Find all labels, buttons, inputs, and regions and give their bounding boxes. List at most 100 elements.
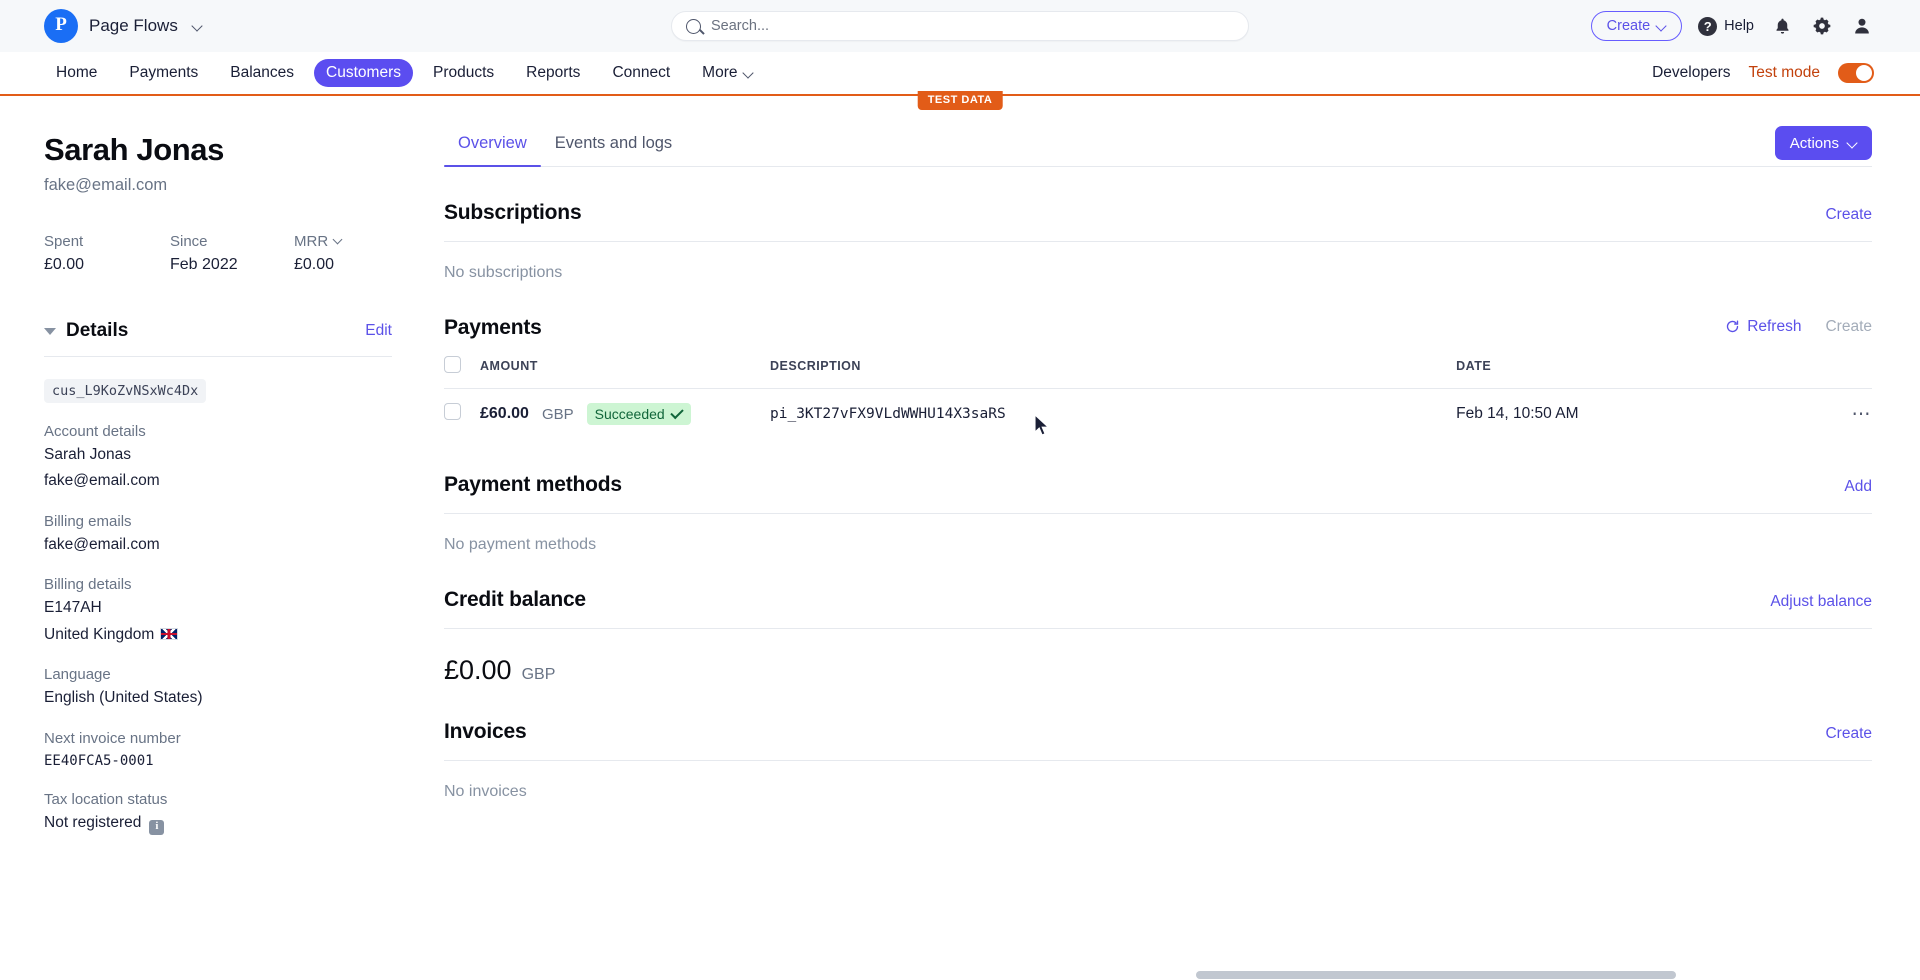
- nav-item-payments[interactable]: Payments: [117, 59, 210, 87]
- nav-item-balances[interactable]: Balances: [218, 59, 306, 87]
- divider: [444, 241, 1872, 242]
- nav-item-label: Payments: [129, 64, 199, 81]
- payment-description: pi_3KT27vFX9VLdWWHU14X3saRS: [770, 406, 1006, 422]
- field-value-tax: Not registered i: [44, 812, 392, 835]
- row-select-cell: [444, 389, 480, 440]
- section-title: Payment methods: [444, 473, 622, 496]
- help-button[interactable]: ? Help: [1698, 16, 1754, 36]
- adjust-balance-link[interactable]: Adjust balance: [1770, 593, 1872, 611]
- horizontal-scrollbar[interactable]: [436, 971, 1920, 980]
- section-title: Credit balance: [444, 588, 586, 611]
- account-switcher[interactable]: P Page Flows: [44, 9, 202, 43]
- status-badge: Succeeded: [586, 403, 691, 425]
- customer-stats: Spent £0.00 Since Feb 2022 MRR £0.00: [44, 233, 392, 274]
- main-content: Overview Events and logs Actions Subscri…: [436, 96, 1920, 980]
- nav-item-customers[interactable]: Customers: [314, 59, 413, 87]
- developers-link[interactable]: Developers: [1652, 64, 1730, 82]
- create-invoice-link[interactable]: Create: [1825, 725, 1872, 743]
- tab-events-and-logs[interactable]: Events and logs: [541, 126, 686, 167]
- nav-item-products[interactable]: Products: [421, 59, 506, 87]
- customer-id-chip[interactable]: cus_L9KoZvNSxWc4Dx: [44, 379, 207, 403]
- tab-label: Overview: [458, 134, 527, 152]
- column-header-amount: AMOUNT: [480, 346, 770, 389]
- nav-item-label: Home: [56, 64, 98, 81]
- create-subscription-link[interactable]: Create: [1825, 206, 1872, 224]
- uk-flag-icon: [160, 627, 179, 640]
- field-tax-location-status: Tax location status Not registered i: [44, 791, 392, 835]
- field-label: Tax location status: [44, 791, 168, 809]
- customer-sidebar: Sarah Jonas fake@email.com Spent £0.00 S…: [0, 96, 436, 980]
- create-payment-link[interactable]: Create: [1825, 318, 1872, 336]
- cell-description: pi_3KT27vFX9VLdWWHU14X3saRS: [770, 389, 1456, 440]
- field-label: Language: [44, 666, 111, 684]
- global-search[interactable]: [671, 11, 1249, 41]
- section-payments: Payments Refresh Create AMOUNT DESCRIPTI…: [444, 316, 1872, 439]
- cell-amount: £60.00 GBP Succeeded: [480, 389, 770, 440]
- tab-label: Events and logs: [554, 134, 673, 152]
- stat-value: £0.00: [44, 256, 85, 273]
- gear-icon[interactable]: [1810, 14, 1834, 38]
- nav-item-more[interactable]: More: [690, 59, 764, 87]
- tab-overview[interactable]: Overview: [444, 126, 541, 167]
- scrollbar-thumb[interactable]: [1196, 971, 1676, 979]
- payment-methods-empty-text: No payment methods: [444, 536, 597, 553]
- row-checkbox[interactable]: [444, 403, 461, 420]
- nav-right-actions: Developers Test mode: [1652, 63, 1896, 83]
- field-value: Sarah Jonas: [44, 446, 132, 463]
- edit-details-link[interactable]: Edit: [365, 322, 392, 340]
- refresh-payments-link[interactable]: Refresh: [1725, 318, 1801, 336]
- payments-table: AMOUNT DESCRIPTION DATE £60.00 GBP Succe…: [444, 346, 1872, 439]
- details-header: Details Edit: [44, 320, 392, 342]
- table-header-row: AMOUNT DESCRIPTION DATE: [444, 346, 1872, 389]
- table-row[interactable]: £60.00 GBP Succeeded pi_3KT27vFX9VLdWWHU…: [444, 389, 1872, 440]
- tax-status-text: Not registered: [44, 814, 142, 832]
- status-label: Succeeded: [594, 406, 665, 422]
- stat-label: Spent: [44, 233, 84, 250]
- row-overflow-menu-icon[interactable]: ⋯: [1852, 405, 1873, 424]
- top-bar-actions: Create ? Help: [1590, 11, 1896, 41]
- page-body: Sarah Jonas fake@email.com Spent £0.00 S…: [0, 96, 1920, 980]
- section-subscriptions: Subscriptions Create No subscriptions: [444, 201, 1872, 282]
- nav-item-label: Products: [432, 64, 495, 81]
- field-language: Language English (United States): [44, 666, 392, 709]
- refresh-label: Refresh: [1747, 317, 1802, 335]
- primary-nav: Home Payments Balances Customers Product…: [0, 52, 1920, 110]
- collapse-caret-icon[interactable]: [44, 327, 56, 335]
- actions-button[interactable]: Actions: [1774, 126, 1872, 160]
- stat-value: £0.00: [294, 256, 335, 273]
- chevron-down-icon: [334, 238, 342, 246]
- page-title: Sarah Jonas: [44, 132, 224, 167]
- field-billing-emails: Billing emails fake@email.com: [44, 513, 392, 556]
- select-all-checkbox[interactable]: [444, 356, 461, 373]
- check-icon: [669, 405, 684, 419]
- section-title: Subscriptions: [444, 201, 582, 224]
- field-label: Billing details: [44, 576, 132, 594]
- section-title: Payments: [444, 316, 542, 339]
- info-icon[interactable]: i: [149, 819, 165, 835]
- nav-item-reports[interactable]: Reports: [514, 59, 592, 87]
- divider: [444, 628, 1872, 629]
- section-title: Invoices: [444, 720, 527, 743]
- user-icon[interactable]: [1850, 14, 1874, 38]
- add-payment-method-link[interactable]: Add: [1844, 478, 1872, 496]
- test-mode-toggle[interactable]: [1838, 63, 1874, 83]
- field-label: Next invoice number: [44, 729, 181, 747]
- select-all-header: [444, 346, 480, 389]
- stat-mrr[interactable]: MRR £0.00: [294, 233, 342, 274]
- column-header-date: DATE: [1456, 346, 1872, 389]
- nav-item-label: Customers: [326, 64, 401, 81]
- details-title: Details: [66, 320, 129, 341]
- field-value: English (United States): [44, 689, 203, 707]
- credit-balance-value: £0.00 GBP: [444, 655, 1872, 686]
- create-button[interactable]: Create: [1590, 11, 1683, 41]
- nav-item-home[interactable]: Home: [44, 59, 109, 87]
- divider: [44, 356, 392, 357]
- chevron-down-icon: [744, 69, 753, 78]
- nav-item-connect[interactable]: Connect: [600, 59, 682, 87]
- search-input[interactable]: [711, 18, 1234, 34]
- brand-initial: P: [55, 14, 67, 35]
- bell-icon[interactable]: [1770, 14, 1794, 38]
- stat-value: Feb 2022: [170, 256, 238, 273]
- subscriptions-empty-text: No subscriptions: [444, 264, 563, 281]
- field-account-details: Account details Sarah Jonas fake@email.c…: [44, 423, 392, 493]
